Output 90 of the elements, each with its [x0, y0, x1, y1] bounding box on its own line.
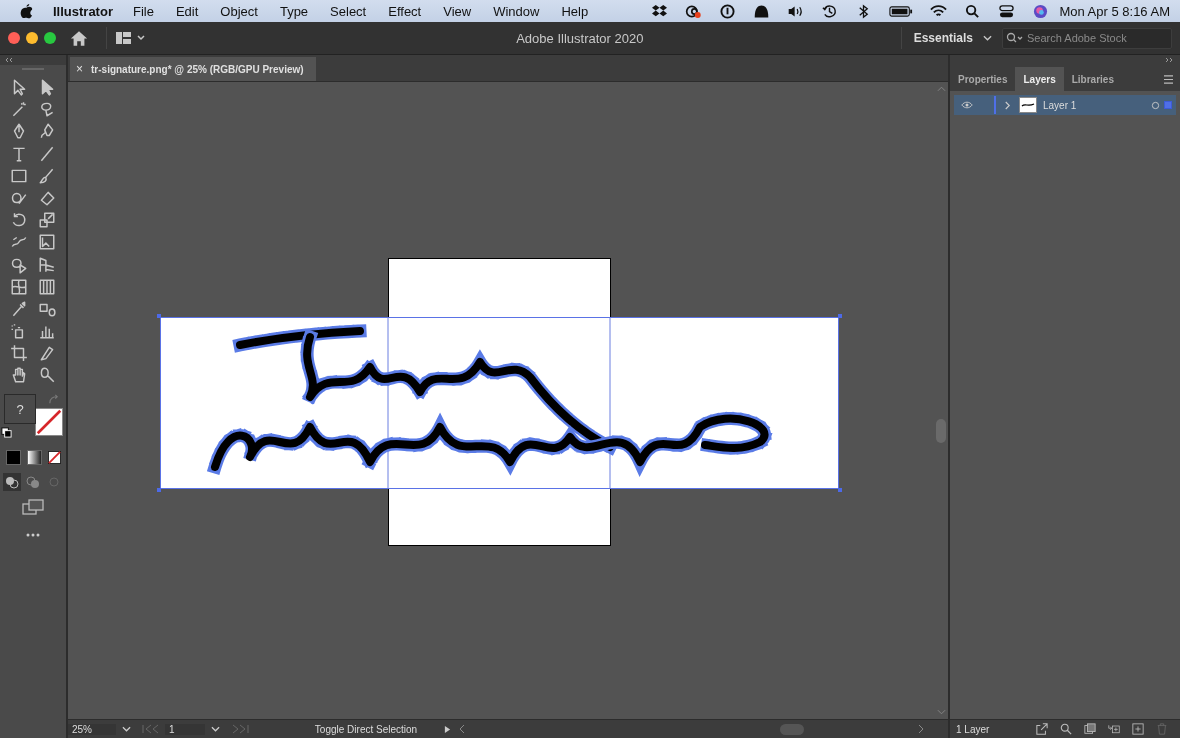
artboard-icon[interactable] [10, 344, 28, 363]
search-field[interactable]: Search Adobe Stock [1002, 27, 1172, 49]
time-machine-icon[interactable] [821, 3, 839, 19]
close-window-button[interactable] [8, 32, 20, 44]
play-icon[interactable] [444, 724, 451, 734]
none-mode-icon[interactable] [47, 451, 61, 465]
perspective-grid-icon[interactable] [38, 255, 56, 274]
menu-item[interactable]: Effect [388, 3, 422, 19]
menu-item[interactable]: View [443, 3, 472, 19]
menu-item[interactable]: Select [330, 3, 367, 19]
selection-handle[interactable] [838, 314, 842, 318]
chevron-icon[interactable] [1004, 100, 1011, 110]
magic-wand-icon[interactable] [10, 100, 28, 119]
wifi-icon[interactable] [930, 3, 948, 19]
caret-icon[interactable] [211, 726, 220, 732]
eye-icon[interactable] [961, 101, 973, 109]
screen-mode-icon[interactable] [22, 499, 44, 516]
home-icon[interactable] [70, 29, 88, 47]
dropbox-icon[interactable] [651, 3, 669, 19]
collapse-icon[interactable] [4, 57, 14, 63]
free-transform-icon[interactable] [38, 233, 56, 252]
more-icon[interactable] [25, 533, 41, 538]
apple-logo-icon[interactable] [20, 3, 33, 19]
menu-bar-clock[interactable]: Mon Apr 5 8:16 AM [1059, 3, 1170, 19]
siri-icon[interactable] [1032, 3, 1050, 19]
default-colors-icon[interactable] [1, 427, 12, 439]
scroll-right-icon[interactable] [918, 724, 924, 734]
panel-tab[interactable]: Libraries [1063, 67, 1122, 91]
clipping-mask-icon[interactable] [1084, 723, 1096, 735]
slice-knife-icon[interactable] [38, 344, 56, 363]
menu-item[interactable]: File [132, 3, 154, 19]
search-icon[interactable] [1060, 723, 1072, 735]
layer-name[interactable]: Layer 1 [1043, 99, 1077, 111]
color-mode-icon[interactable] [5, 450, 21, 466]
status-text: Toggle Direct Selection [313, 723, 419, 735]
target-circle-icon[interactable] [1151, 100, 1160, 110]
volume-icon[interactable] [787, 3, 805, 19]
gradient-icon[interactable] [38, 277, 56, 296]
control-center-icon[interactable] [998, 3, 1016, 19]
selection-handle[interactable] [157, 488, 161, 492]
workspace-switcher[interactable]: Essentials [909, 31, 977, 45]
fill-swatch-help[interactable]: ? [4, 394, 36, 425]
layer-thumbnail [1019, 97, 1037, 113]
arrange-documents-icon[interactable] [115, 31, 147, 45]
draw-normal-icon[interactable] [3, 473, 21, 492]
gradient-mode-icon[interactable] [26, 450, 42, 466]
close-tab-button[interactable]: × [76, 62, 83, 76]
zoom-window-button[interactable] [44, 32, 56, 44]
menu-item[interactable]: Help [561, 3, 589, 19]
line-icon[interactable] [38, 144, 56, 163]
search-icon[interactable] [1006, 31, 1024, 44]
battery-icon[interactable] [889, 3, 914, 19]
caret-icon[interactable] [983, 35, 992, 41]
bell-icon[interactable] [753, 3, 771, 19]
paintbrush-icon[interactable] [38, 166, 56, 185]
caret-icon[interactable] [122, 726, 131, 732]
panel-tab[interactable]: Layers [1015, 67, 1064, 91]
layer-count: 1 Layer [956, 723, 990, 735]
selection-handle[interactable] [838, 488, 842, 492]
export-icon[interactable] [1036, 723, 1048, 735]
curvature-pen-icon[interactable] [38, 122, 56, 141]
search-icon[interactable] [964, 3, 982, 19]
menu-icon[interactable] [1163, 74, 1174, 84]
mesh-icon[interactable] [10, 277, 28, 296]
scale-icon[interactable] [38, 211, 56, 230]
document-tab[interactable]: × tr-signature.png* @ 25% (RGB/GPU Preview) [70, 57, 316, 81]
scroll-thumb[interactable] [779, 723, 804, 735]
menu-item[interactable]: Edit [175, 3, 199, 19]
menu-item[interactable]: Window [493, 3, 540, 19]
panel-tab[interactable]: Properties [950, 67, 1016, 91]
power-circle-icon[interactable] [719, 3, 737, 19]
window-title: Adobe Illustrator 2020 [515, 30, 645, 46]
scroll-left-icon[interactable] [459, 724, 465, 734]
stroke-swatch[interactable] [35, 408, 63, 437]
layer-row[interactable]: Layer 1 [954, 95, 1176, 115]
app-menu[interactable]: Illustrator [53, 3, 113, 19]
lasso-icon[interactable] [38, 100, 56, 119]
minimize-window-button[interactable] [26, 32, 38, 44]
expand-panel-icon[interactable] [1164, 57, 1174, 63]
cloud-icon[interactable] [685, 3, 703, 19]
menu-item[interactable]: Type [279, 3, 309, 19]
eyedropper-icon[interactable] [10, 299, 28, 318]
hand-icon[interactable] [10, 366, 28, 385]
new-sublayer-icon[interactable] [1108, 723, 1120, 735]
selection-handle[interactable] [157, 314, 161, 318]
zoom-field[interactable]: 25% [68, 723, 116, 735]
selection-indicator [1164, 101, 1172, 109]
artboard-number-field[interactable]: 1 [165, 723, 205, 735]
menu-item[interactable]: Object [220, 3, 258, 19]
new-layer-icon[interactable] [1132, 723, 1144, 735]
